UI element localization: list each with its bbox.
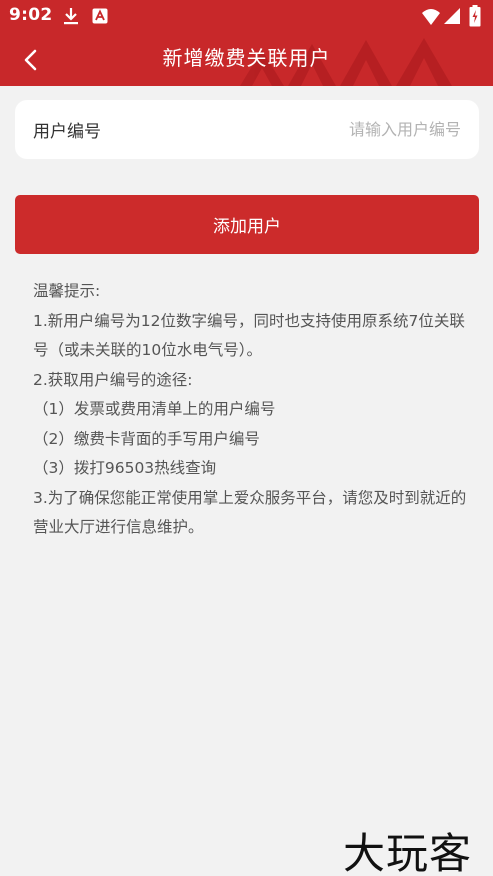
wifi-icon (422, 9, 440, 25)
tips-line: 2.获取用户编号的途径: (33, 370, 193, 389)
tips-line: 1.新用户编号为12位数字编号，同时也支持使用原系统7位关联号（或未关联的10位… (33, 311, 465, 360)
user-id-input[interactable] (101, 109, 461, 150)
tips-line: 3.为了确保您能正常使用掌上爱众服务平台，请您及时到就近的营业大厅进行信息维护。 (33, 488, 467, 537)
tips-heading: 温馨提示: (33, 282, 101, 300)
tips-line: （1）发票或费用清单上的用户编号 (33, 400, 276, 418)
battery-icon (469, 5, 481, 27)
screen: 9:02 新增缴费关联用户 用户编号 请输入用户编号 添加用户 温馨提示: 1.… (0, 0, 493, 876)
page-title: 新增缴费关联用户 (162, 46, 331, 70)
status-bar: 9:02 (0, 0, 493, 33)
user-id-card: 用户编号 (15, 100, 479, 159)
signal-icon (444, 8, 460, 24)
tips-line: （3）拨打96503热线查询 (33, 459, 217, 477)
app-bar: 新增缴费关联用户 (0, 33, 493, 86)
status-time: 9:02 (9, 5, 53, 25)
user-id-label: 用户编号 (33, 122, 101, 142)
watermark: 大玩客 (343, 829, 473, 876)
tips-section: 温馨提示: 1.新用户编号为12位数字编号，同时也支持使用原系统7位关联号（或未… (33, 277, 473, 543)
a-notification-icon (92, 8, 108, 24)
header-area: 9:02 新增缴费关联用户 (0, 0, 493, 86)
tips-line: （2）缴费卡背面的手写用户编号 (33, 429, 260, 448)
add-user-button[interactable]: 添加用户 (15, 195, 479, 254)
download-icon (64, 8, 78, 25)
